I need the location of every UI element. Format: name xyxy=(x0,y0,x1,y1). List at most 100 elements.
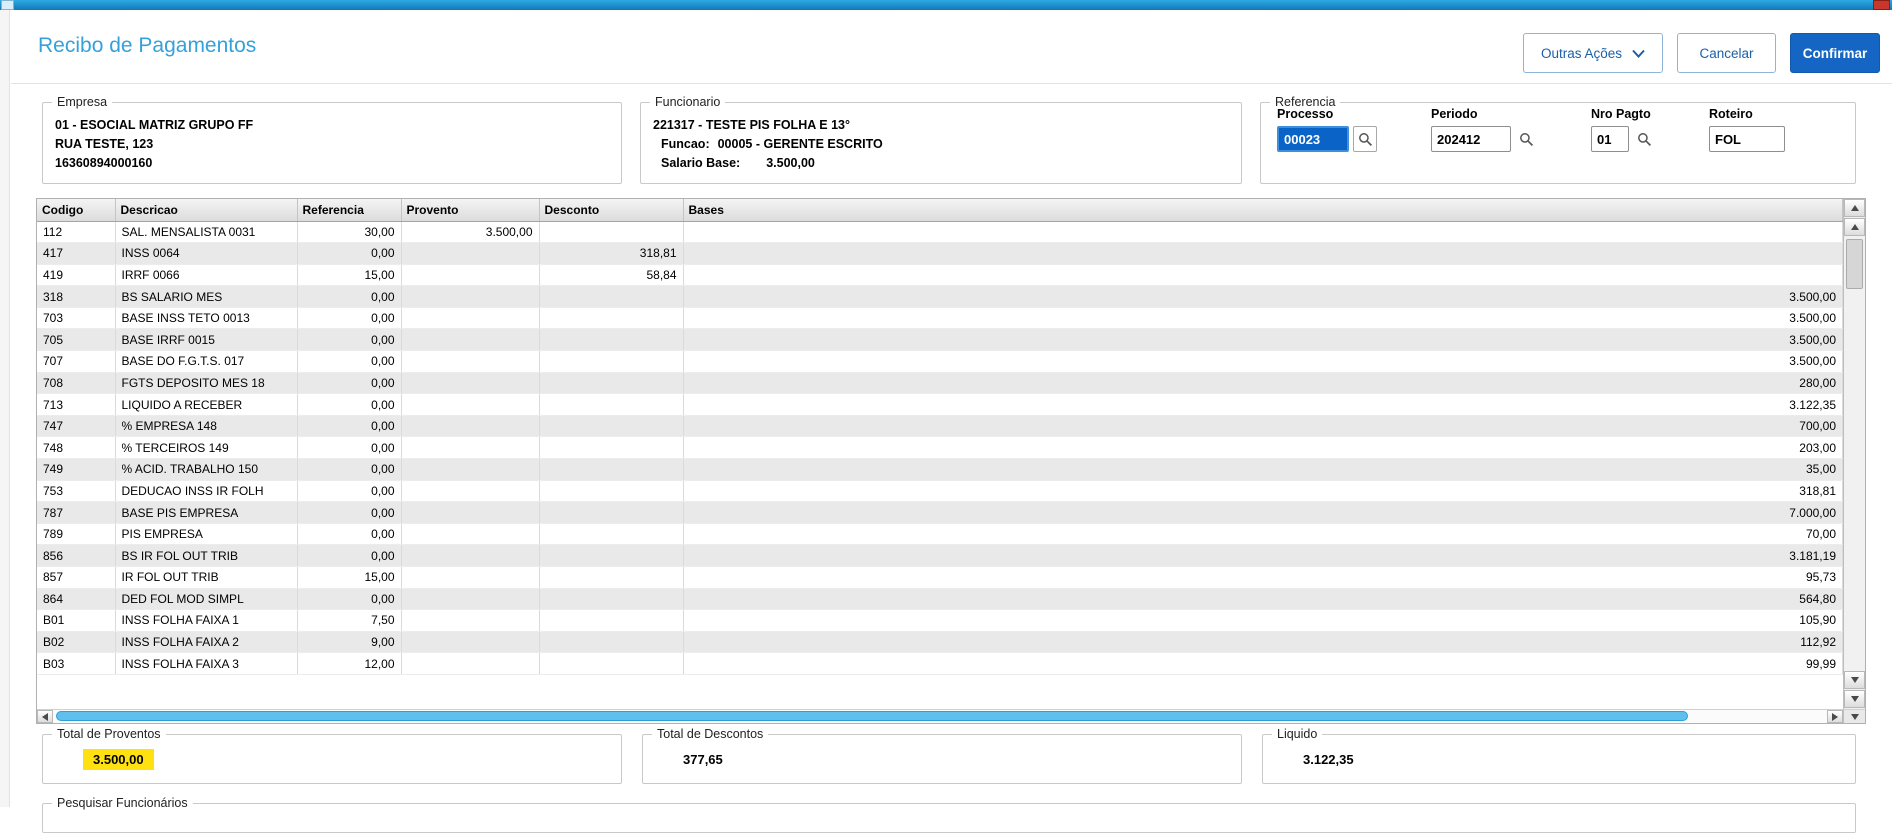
cell-descricao: BASE PIS EMPRESA xyxy=(115,501,298,524)
processo-lookup-button[interactable] xyxy=(1353,126,1377,152)
grid-row[interactable]: B02 INSS FOLHA FAIXA 2 9,00 112,92 xyxy=(37,631,1843,654)
cell-bases: 3.122,35 xyxy=(683,393,1843,416)
grid-row[interactable]: 787 BASE PIS EMPRESA 0,00 7.000,00 xyxy=(37,501,1843,524)
cell-bases: 7.000,00 xyxy=(683,501,1843,524)
cell-referencia: 0,00 xyxy=(297,523,402,546)
arrow-right-icon xyxy=(1832,712,1838,721)
payroll-grid: Codigo Descricao Referencia Provento Des… xyxy=(36,198,1866,724)
cell-referencia: 0,00 xyxy=(297,393,402,416)
magnifier-icon xyxy=(1519,132,1533,146)
vertical-scroll-thumb[interactable] xyxy=(1846,239,1863,289)
close-button[interactable] xyxy=(1873,0,1890,10)
scroll-last-button[interactable] xyxy=(1843,709,1865,723)
cell-bases: 280,00 xyxy=(683,372,1843,395)
scroll-page-up-button[interactable] xyxy=(1844,218,1865,236)
arrow-down-icon xyxy=(1850,677,1859,683)
grid-row[interactable]: 857 IR FOL OUT TRIB 15,00 95,73 xyxy=(37,566,1843,589)
col-header-bases[interactable]: Bases xyxy=(683,199,1843,222)
periodo-input[interactable] xyxy=(1431,126,1511,152)
grid-row[interactable]: 707 BASE DO F.G.T.S. 017 0,00 3.500,00 xyxy=(37,350,1843,373)
scroll-down-button[interactable] xyxy=(1844,671,1865,689)
salario-value: 3.500,00 xyxy=(766,156,815,170)
col-header-descricao[interactable]: Descricao xyxy=(115,199,298,222)
scroll-up-button[interactable] xyxy=(1844,199,1865,217)
cell-bases xyxy=(683,221,1843,244)
cell-bases: 95,73 xyxy=(683,566,1843,589)
grid-row[interactable]: 749% ACID. TRABALHO 150 0,00 35,00 xyxy=(37,458,1843,481)
cell-bases xyxy=(683,264,1843,287)
grid-row[interactable]: 747% EMPRESA 148 0,00 700,00 xyxy=(37,415,1843,438)
cell-referencia: 0,00 xyxy=(297,480,402,503)
processo-input[interactable] xyxy=(1277,126,1349,152)
horizontal-scroll-track[interactable] xyxy=(53,710,1827,723)
cell-descricao: IRRF 0066 xyxy=(115,264,298,287)
referencia-panel: Referencia Processo Periodo xyxy=(1260,95,1856,184)
cell-provento xyxy=(401,588,540,611)
grid-row[interactable]: 713 LIQUIDO A RECEBER 0,00 3.122,35 xyxy=(37,393,1843,416)
scroll-page-down-button[interactable] xyxy=(1844,690,1865,708)
roteiro-input[interactable] xyxy=(1709,126,1785,152)
grid-row[interactable]: B03 INSS FOLHA FAIXA 3 12,00 99,99 xyxy=(37,652,1843,675)
pesquisar-funcionarios-panel: Pesquisar Funcionários xyxy=(42,796,1856,833)
cell-bases: 3.500,00 xyxy=(683,328,1843,352)
cell-codigo: 708 xyxy=(37,372,116,395)
processo-field: Processo xyxy=(1277,107,1377,152)
cell-desconto: 58,84 xyxy=(539,264,684,287)
cancelar-button[interactable]: Cancelar xyxy=(1677,33,1776,73)
cell-provento xyxy=(401,372,540,395)
cell-bases: 112,92 xyxy=(683,631,1843,654)
nro-pagto-lookup-button[interactable] xyxy=(1633,127,1655,151)
empresa-name: 01 - ESOCIAL MATRIZ GRUPO FF xyxy=(55,118,254,132)
scroll-left-button[interactable] xyxy=(37,710,53,723)
app-icon xyxy=(1,0,14,10)
cell-provento xyxy=(401,328,540,352)
cell-referencia: 15,00 xyxy=(297,566,402,589)
cell-desconto xyxy=(539,221,684,244)
liquido-value: 3.122,35 xyxy=(1303,752,1354,767)
vertical-scroll-track[interactable] xyxy=(1844,237,1865,671)
empresa-address: RUA TESTE, 123 xyxy=(55,137,154,151)
cell-provento xyxy=(401,285,540,308)
col-header-codigo[interactable]: Codigo xyxy=(37,199,116,222)
grid-row[interactable]: 856 BS IR FOL OUT TRIB 0,00 3.181,19 xyxy=(37,544,1843,567)
grid-row[interactable]: 417 INSS 0064 0,00 318,81 xyxy=(37,242,1843,265)
funcionario-panel: Funcionario 221317 - TESTE PIS FOLHA E 1… xyxy=(640,95,1242,184)
cell-provento xyxy=(401,652,540,675)
col-header-referencia[interactable]: Referencia xyxy=(297,199,402,222)
cell-desconto xyxy=(539,631,684,654)
outras-acoes-button[interactable]: Outras Ações xyxy=(1523,33,1663,73)
cell-bases: 3.500,00 xyxy=(683,285,1843,308)
grid-row[interactable]: 705 BASE IRRF 0015 0,00 3.500,00 xyxy=(37,328,1843,352)
cell-provento xyxy=(401,393,540,416)
horizontal-scrollbar[interactable] xyxy=(37,709,1843,723)
col-header-provento[interactable]: Provento xyxy=(401,199,540,222)
cell-referencia: 0,00 xyxy=(297,588,402,611)
periodo-lookup-button[interactable] xyxy=(1515,127,1537,151)
grid-row[interactable]: 753 DEDUCAO INSS IR FOLH 0,00 318,81 xyxy=(37,480,1843,503)
grid-row[interactable]: 789 PIS EMPRESA 0,00 70,00 xyxy=(37,523,1843,546)
grid-row[interactable]: 748% TERCEIROS 149 0,00 203,00 xyxy=(37,436,1843,460)
scroll-right-button[interactable] xyxy=(1827,710,1843,723)
grid-row[interactable]: 703 BASE INSS TETO 0013 0,00 3.500,00 xyxy=(37,307,1843,330)
confirmar-button[interactable]: Confirmar xyxy=(1790,33,1880,73)
cell-provento xyxy=(401,631,540,654)
horizontal-scroll-thumb[interactable] xyxy=(56,711,1689,721)
cell-desconto xyxy=(539,393,684,416)
funcionario-legend: Funcionario xyxy=(650,95,726,109)
nro-pagto-input[interactable] xyxy=(1591,126,1629,152)
cell-desconto xyxy=(539,436,684,460)
col-header-desconto[interactable]: Desconto xyxy=(539,199,684,222)
vertical-scrollbar[interactable] xyxy=(1843,199,1865,709)
cell-bases: 700,00 xyxy=(683,415,1843,438)
cell-descricao: BS IR FOL OUT TRIB xyxy=(115,544,298,567)
cell-provento xyxy=(401,436,540,460)
grid-row[interactable]: 112 SAL. MENSALISTA 0031 30,00 3.500,00 xyxy=(37,221,1843,244)
grid-row[interactable]: B01 INSS FOLHA FAIXA 1 7,50 105,90 xyxy=(37,609,1843,632)
cell-codigo: 864 xyxy=(37,588,116,611)
cell-referencia: 9,00 xyxy=(297,631,402,654)
cell-bases: 105,90 xyxy=(683,609,1843,632)
grid-row[interactable]: 419 IRRF 0066 15,00 58,84 xyxy=(37,264,1843,287)
grid-row[interactable]: 864 DED FOL MOD SIMPL 0,00 564,80 xyxy=(37,588,1843,611)
grid-row[interactable]: 708 FGTS DEPOSITO MES 18 0,00 280,00 xyxy=(37,372,1843,395)
grid-row[interactable]: 318 BS SALARIO MES 0,00 3.500,00 xyxy=(37,285,1843,308)
